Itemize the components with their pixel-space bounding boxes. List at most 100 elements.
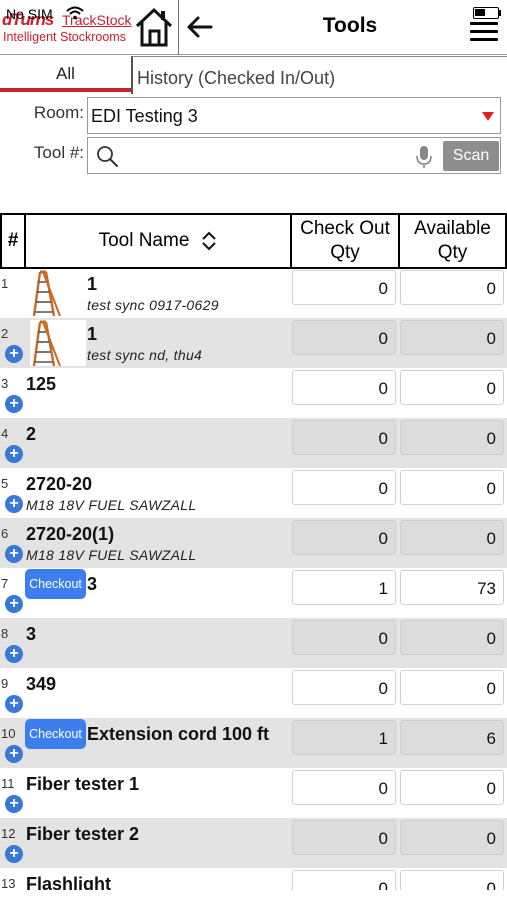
checkout-qty-field[interactable]: 1: [292, 720, 396, 755]
tool-search-box: Scan: [87, 137, 501, 174]
row-number: 12: [1, 826, 16, 841]
column-header-tool-name[interactable]: Tool Name: [24, 213, 292, 269]
tool-number-input[interactable]: [124, 142, 414, 170]
available-qty-field: 0: [400, 820, 504, 855]
battery-tip: [499, 10, 501, 16]
available-qty-field: 0: [400, 520, 504, 555]
add-circle-icon[interactable]: +: [5, 645, 23, 663]
sort-icon[interactable]: [201, 231, 217, 251]
row-number: 6: [1, 526, 9, 541]
tool-name: 349: [26, 674, 57, 694]
tool-name: 2720-20: [26, 474, 93, 494]
tab-history[interactable]: History (Checked In/Out): [131, 56, 507, 94]
table-row[interactable]: 7 + Checkout 3 1 73: [0, 568, 507, 618]
checkout-qty-field[interactable]: 0: [292, 620, 396, 655]
checkout-qty-field[interactable]: 0: [292, 820, 396, 855]
tool-name: 1: [87, 324, 98, 344]
add-circle-icon[interactable]: +: [5, 695, 23, 713]
row-number: 10: [1, 726, 16, 741]
carrier-status: No SIM: [6, 6, 53, 22]
table-row[interactable]: 8 +3 0 0: [0, 618, 507, 668]
table-row[interactable]: 4 +2 0 0: [0, 418, 507, 468]
add-circle-icon[interactable]: +: [5, 745, 23, 763]
dropdown-caret-icon: [482, 112, 494, 121]
tool-name: 125: [26, 374, 57, 394]
tab-bar: All History (Checked In/Out): [0, 56, 507, 94]
logo-tagline: Intelligent Stockrooms: [3, 30, 126, 44]
table-row[interactable]: 1 1 test sync 0917-0629 0 0: [0, 268, 507, 318]
table-row[interactable]: 9 +349 0 0: [0, 668, 507, 718]
tool-description: test sync 0917-0629: [87, 297, 219, 313]
back-button[interactable]: [184, 10, 216, 44]
available-qty-field: 0: [400, 270, 504, 305]
row-number: 9: [1, 676, 9, 691]
add-circle-icon[interactable]: +: [5, 845, 23, 863]
column-header-available-qty: Available Qty: [398, 213, 507, 269]
checkout-qty-field[interactable]: 0: [292, 420, 396, 455]
microphone-icon[interactable]: [416, 145, 432, 169]
tool-number-label: Tool #:: [33, 143, 84, 162]
available-qty-field: 73: [400, 570, 504, 605]
table-row[interactable]: 5 +2720-20 M18 18V FUEL SAWZALL 0 0: [0, 468, 507, 518]
add-circle-icon[interactable]: +: [5, 545, 23, 563]
room-select[interactable]: EDI Testing 3: [87, 97, 501, 134]
checkout-qty-field[interactable]: 0: [292, 870, 396, 890]
column-header-number: #: [0, 213, 26, 269]
row-number: 1: [1, 276, 9, 291]
checkout-button[interactable]: Checkout: [25, 569, 86, 599]
checkout-qty-field[interactable]: 0: [292, 670, 396, 705]
checkout-qty-field[interactable]: 0: [292, 320, 396, 355]
add-circle-icon[interactable]: +: [5, 595, 23, 613]
available-qty-field: 0: [400, 370, 504, 405]
checkout-qty-field[interactable]: 0: [292, 770, 396, 805]
tool-name: 1: [87, 274, 98, 294]
table-row[interactable]: 6 +2720-20(1) M18 18V FUEL SAWZALL 0 0: [0, 518, 507, 568]
tool-name: 3: [26, 624, 37, 644]
available-qty-field: 0: [400, 620, 504, 655]
tool-name: 2: [26, 424, 37, 444]
tool-name: 2720-20(1): [26, 524, 115, 544]
tool-name: 3: [87, 574, 98, 594]
row-number: 7: [1, 576, 9, 591]
column-header-checkout-qty: Check Out Qty: [290, 213, 400, 269]
add-circle-icon[interactable]: +: [5, 795, 23, 813]
tool-description: M18 18V FUEL SAWZALL: [26, 497, 197, 513]
available-qty-field: 0: [400, 320, 504, 355]
tab-all[interactable]: All: [0, 56, 131, 92]
ladder-icon: [30, 320, 86, 367]
tool-description: test sync nd, thu4: [87, 347, 203, 363]
row-number: 13: [1, 876, 16, 890]
header-divider: [178, 0, 179, 55]
checkout-button[interactable]: Checkout: [25, 719, 86, 749]
add-circle-icon[interactable]: +: [5, 345, 23, 363]
row-number: 4: [1, 426, 9, 441]
room-select-value: EDI Testing 3: [91, 106, 198, 126]
home-button[interactable]: [132, 4, 176, 50]
table-header: # Tool Name Check Out Qty Available Qty: [0, 213, 507, 269]
row-number: 2: [1, 326, 9, 341]
checkout-qty-field[interactable]: 1: [292, 570, 396, 605]
checkout-qty-field[interactable]: 0: [292, 370, 396, 405]
table-row[interactable]: 12 + Fiber tester 2 00: [0, 818, 507, 868]
checkout-qty-field[interactable]: 0: [292, 520, 396, 555]
table-row[interactable]: 2 +1 test sync nd, thu4 0 0: [0, 318, 507, 368]
add-circle-icon[interactable]: +: [5, 445, 23, 463]
tool-name: Flashlight: [26, 874, 111, 890]
add-circle-icon[interactable]: +: [5, 495, 23, 513]
table-row[interactable]: 11 + Fiber tester 1 00: [0, 768, 507, 818]
table-row[interactable]: 13+Flashlight00: [0, 868, 507, 890]
hamburger-menu-icon[interactable]: [470, 22, 500, 44]
checkout-qty-field[interactable]: 0: [292, 470, 396, 505]
table-row[interactable]: 3 +125 0 0: [0, 368, 507, 418]
available-qty-field: 0: [400, 770, 504, 805]
add-circle-icon[interactable]: +: [5, 395, 23, 413]
column-header-tool-name-label: Tool Name: [98, 230, 190, 251]
available-qty-field: 0: [400, 420, 504, 455]
tool-table-body: 1 1 test sync 0917-0629 0 0 2 +1 test sync nd, …: [0, 268, 507, 890]
checkout-qty-field[interactable]: 0: [292, 270, 396, 305]
row-number: 5: [1, 476, 9, 491]
scan-button[interactable]: Scan: [443, 141, 499, 171]
home-icon: [135, 7, 173, 47]
row-number: 3: [1, 376, 9, 391]
table-row[interactable]: 10 + Checkout Extension cord 100 ft 1 6: [0, 718, 507, 768]
